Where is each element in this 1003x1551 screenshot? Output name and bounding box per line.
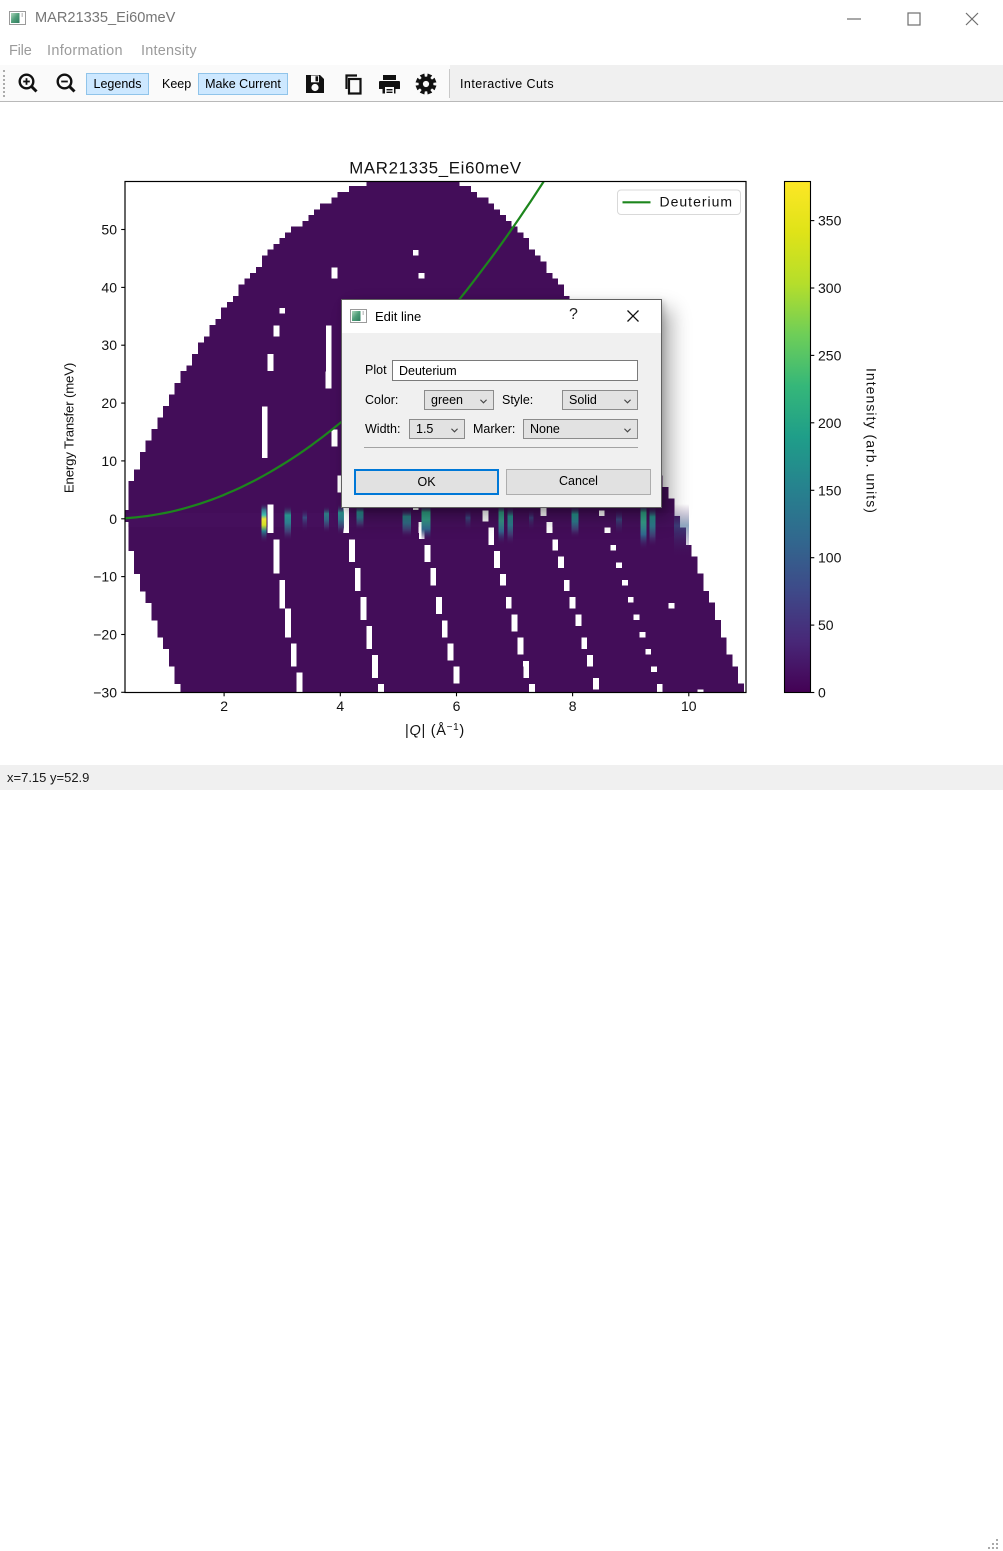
svg-text:8: 8 (569, 698, 577, 714)
svg-text:20: 20 (101, 395, 117, 411)
svg-text:Deuterium: Deuterium (660, 194, 734, 210)
svg-text:250: 250 (818, 347, 842, 363)
svg-text:4: 4 (336, 698, 344, 714)
svg-text:10: 10 (681, 698, 697, 714)
svg-text:50: 50 (818, 617, 834, 633)
svg-text:−10: −10 (93, 569, 117, 585)
svg-text:|Q| (Å−1): |Q| (Å−1) (405, 722, 465, 739)
svg-text:40: 40 (101, 279, 117, 295)
svg-text:2: 2 (220, 698, 228, 714)
svg-text:200: 200 (818, 415, 842, 431)
svg-text:50: 50 (101, 222, 117, 238)
svg-text:−20: −20 (93, 627, 117, 643)
svg-text:350: 350 (818, 213, 842, 229)
svg-text:10: 10 (101, 453, 117, 469)
svg-text:6: 6 (453, 698, 461, 714)
svg-text:0: 0 (818, 685, 826, 701)
svg-text:150: 150 (818, 482, 842, 498)
svg-text:100: 100 (818, 550, 842, 566)
svg-text:300: 300 (818, 280, 842, 296)
svg-text:Intensity (arb. units): Intensity (arb. units) (864, 368, 880, 514)
svg-text:0: 0 (109, 511, 117, 527)
svg-text:Energy Transfer (meV): Energy Transfer (meV) (62, 363, 77, 493)
svg-text:−30: −30 (93, 684, 117, 700)
svg-text:MAR21335_Ei60meV: MAR21335_Ei60meV (349, 159, 522, 178)
svg-text:30: 30 (101, 337, 117, 353)
